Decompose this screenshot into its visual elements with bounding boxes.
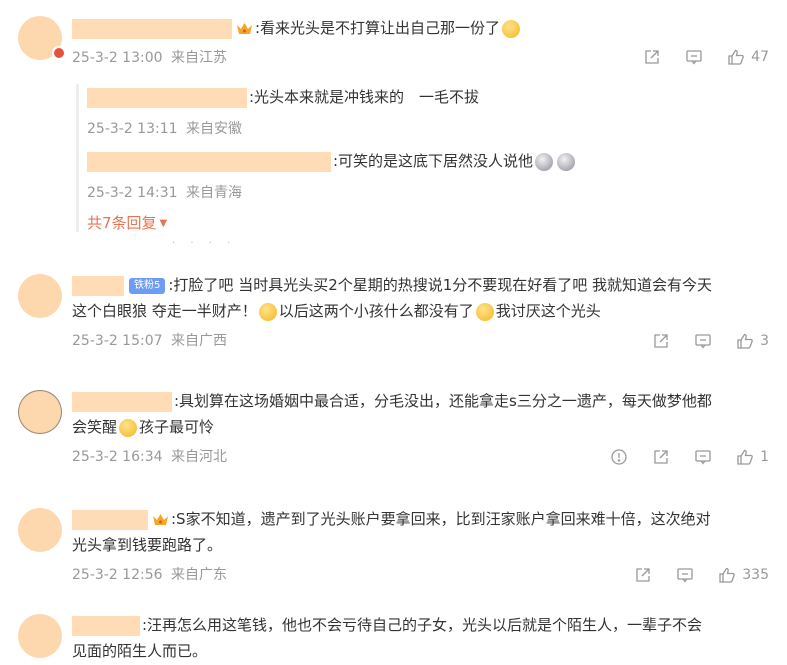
reply-item: :可笑的是这底下居然没人说他 25-3-2 14:31 来自青海 <box>87 148 577 204</box>
comment-button[interactable] <box>694 332 712 350</box>
username-redacted[interactable] <box>72 391 172 412</box>
comment-item: :S家不知道，遗产到了光头账户要拿回来，比到汪家账户拿回来难十倍，这次绝对 光头… <box>0 502 787 602</box>
comment-text: :S家不知道，遗产到了光头账户要拿回来，比到汪家账户拿回来难十倍，这次绝对 光头… <box>72 509 711 554</box>
comment-text: :看来光头是不打算让出自己那一份了 <box>72 15 769 41</box>
emoji-cry-icon <box>557 152 576 171</box>
emoji-cry-icon <box>535 152 554 171</box>
comment-button[interactable] <box>685 48 703 66</box>
crown-icon <box>237 23 252 34</box>
comment-item: :汪再怎么用这笔钱，他也不会亏待自己的子女，光头以后就是个陌生人，一辈子不会 见… <box>0 608 787 665</box>
like-count: 1 <box>760 449 769 465</box>
comment-icon <box>695 450 711 465</box>
like-button[interactable]: 3 <box>736 332 769 350</box>
username-redacted[interactable] <box>87 151 331 172</box>
comment-text: :汪再怎么用这笔钱，他也不会亏待自己的子女，光头以后就是个陌生人，一辈子不会 见… <box>72 615 703 660</box>
reply-item: :光头本来就是冲钱来的 一毛不拔 25-3-2 13:11 来自安徽 <box>87 84 479 140</box>
report-button[interactable] <box>610 448 628 466</box>
avatar[interactable] <box>18 390 62 434</box>
like-count: 47 <box>751 49 769 65</box>
comment-icon <box>695 334 711 349</box>
username-redacted[interactable] <box>87 87 247 108</box>
report-icon <box>611 449 627 465</box>
comment-location: 来自广东 <box>170 567 227 583</box>
comment-item: :看来光头是不打算让出自己那一份了 25-3-2 13:00 来自江苏 47 :… <box>0 0 787 250</box>
avatar[interactable] <box>18 614 62 658</box>
comment-location: 来自江苏 <box>170 50 227 66</box>
comment-icon <box>686 50 702 65</box>
more-replies-link[interactable]: 共7条回复 ▼ <box>87 212 167 233</box>
crown-icon <box>153 514 168 525</box>
like-count: 3 <box>760 333 769 349</box>
username-redacted[interactable] <box>72 18 232 39</box>
reply-location: 来自安徽 <box>185 121 242 137</box>
caret-down-icon: ▼ <box>159 218 168 229</box>
username-redacted[interactable] <box>72 509 148 530</box>
fan-badge: 铁粉5 <box>129 277 166 294</box>
comment-icon <box>677 568 693 583</box>
share-icon <box>654 450 668 464</box>
reply-time: 25-3-2 13:11 <box>87 121 178 137</box>
comment-item: 铁粉5:打脸了吧 当时具光头买2个星期的热搜说1分不要现在好看了吧 我就知道会有… <box>0 268 787 368</box>
comment-location: 来自广西 <box>170 333 227 349</box>
avatar[interactable] <box>18 508 62 552</box>
reply-text: :可笑的是这底下居然没人说他 <box>333 152 534 170</box>
share-icon <box>636 568 650 582</box>
share-icon <box>645 50 659 64</box>
like-icon <box>728 49 745 65</box>
reply-text: :光头本来就是冲钱来的 一毛不拔 <box>249 88 480 106</box>
like-count: 335 <box>742 567 769 583</box>
emoji-shock-icon <box>258 302 277 321</box>
comment-button[interactable] <box>676 566 694 584</box>
share-icon <box>654 334 668 348</box>
share-button[interactable] <box>652 448 670 466</box>
comment-time: 25-3-2 12:56 <box>72 567 163 583</box>
comment-text: 铁粉5:打脸了吧 当时具光头买2个星期的热搜说1分不要现在好看了吧 我就知道会有… <box>72 275 713 321</box>
reply-time: 25-3-2 14:31 <box>87 185 178 201</box>
comment-button[interactable] <box>694 448 712 466</box>
share-button[interactable] <box>652 332 670 350</box>
username-redacted[interactable] <box>72 615 140 636</box>
comment-location: 来自河北 <box>170 449 227 465</box>
username-redacted[interactable] <box>72 275 124 296</box>
like-icon <box>737 449 753 465</box>
comment-time: 25-3-2 15:07 <box>72 333 163 349</box>
like-button[interactable]: 47 <box>727 48 769 66</box>
share-button[interactable] <box>643 48 661 66</box>
comment-item: :具划算在这场婚姻中最合适，分毛没出，还能拿走s三分之一遗产，每天做梦他都 会笑… <box>0 384 787 484</box>
like-button[interactable]: 1 <box>736 448 769 466</box>
comment-time: 25-3-2 13:00 <box>72 50 163 66</box>
reply-location: 来自青海 <box>185 185 242 201</box>
avatar[interactable] <box>18 274 62 318</box>
comment-time: 25-3-2 16:34 <box>72 449 163 465</box>
divider: · · · · <box>172 238 237 249</box>
reply-list: :光头本来就是冲钱来的 一毛不拔 25-3-2 13:11 来自安徽 :可笑的是… <box>76 84 777 232</box>
comment-text: :具划算在这场婚姻中最合适，分毛没出，还能拿走s三分之一遗产，每天做梦他都 会笑… <box>72 391 712 437</box>
emoji-cry-icon <box>475 302 494 321</box>
emoji-laugh-cry-icon <box>119 418 138 437</box>
like-icon <box>719 567 736 583</box>
emoji-smirk-icon <box>502 19 521 38</box>
like-button[interactable]: 335 <box>718 566 769 584</box>
like-icon <box>737 333 753 349</box>
avatar-badge <box>52 46 66 60</box>
share-button[interactable] <box>634 566 652 584</box>
